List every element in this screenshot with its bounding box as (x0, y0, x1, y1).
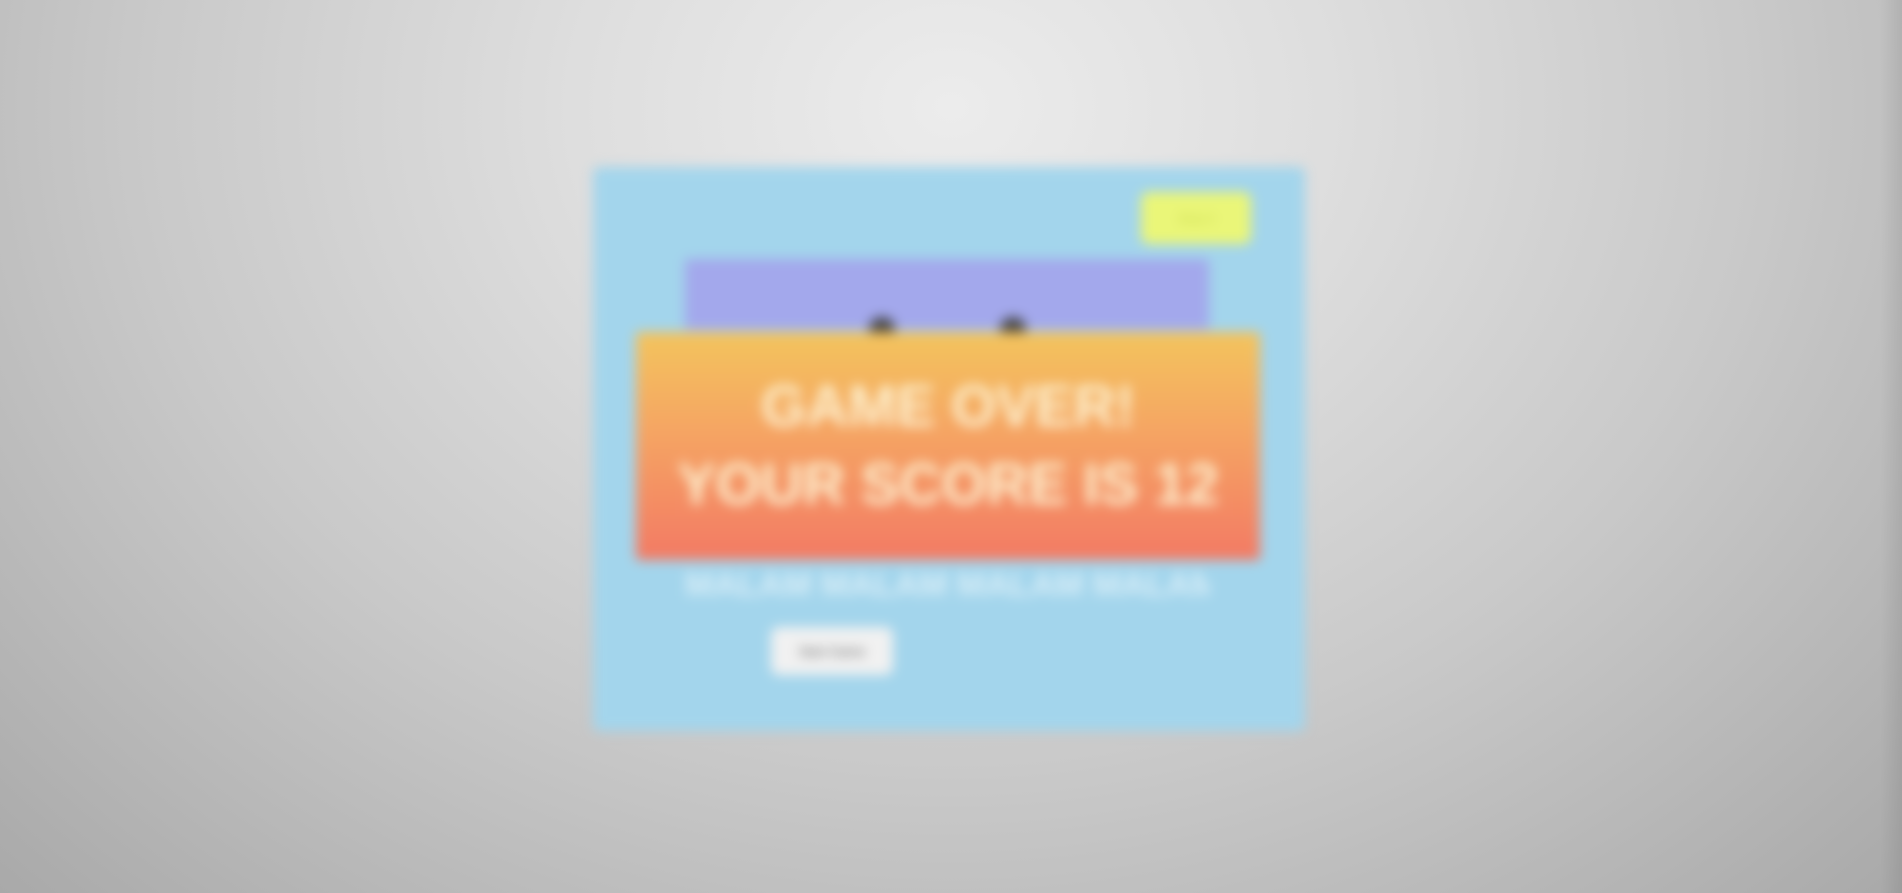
player-bar (685, 259, 1209, 329)
panel-button[interactable]: Start Game (771, 627, 893, 675)
top-button[interactable]: Stop it (1141, 192, 1251, 244)
game-over-banner: GAME OVER! YOUR SCORE IS 12 (636, 332, 1260, 560)
game-scene: Stop it MALAM MALAM MALAM MALAM Start Ga… (0, 0, 1902, 893)
score-message: YOUR SCORE IS 12 (677, 452, 1219, 517)
panel-lower-text: MALAM MALAM MALAM MALAM (685, 566, 1209, 604)
game-over-title: GAME OVER! (761, 374, 1135, 439)
